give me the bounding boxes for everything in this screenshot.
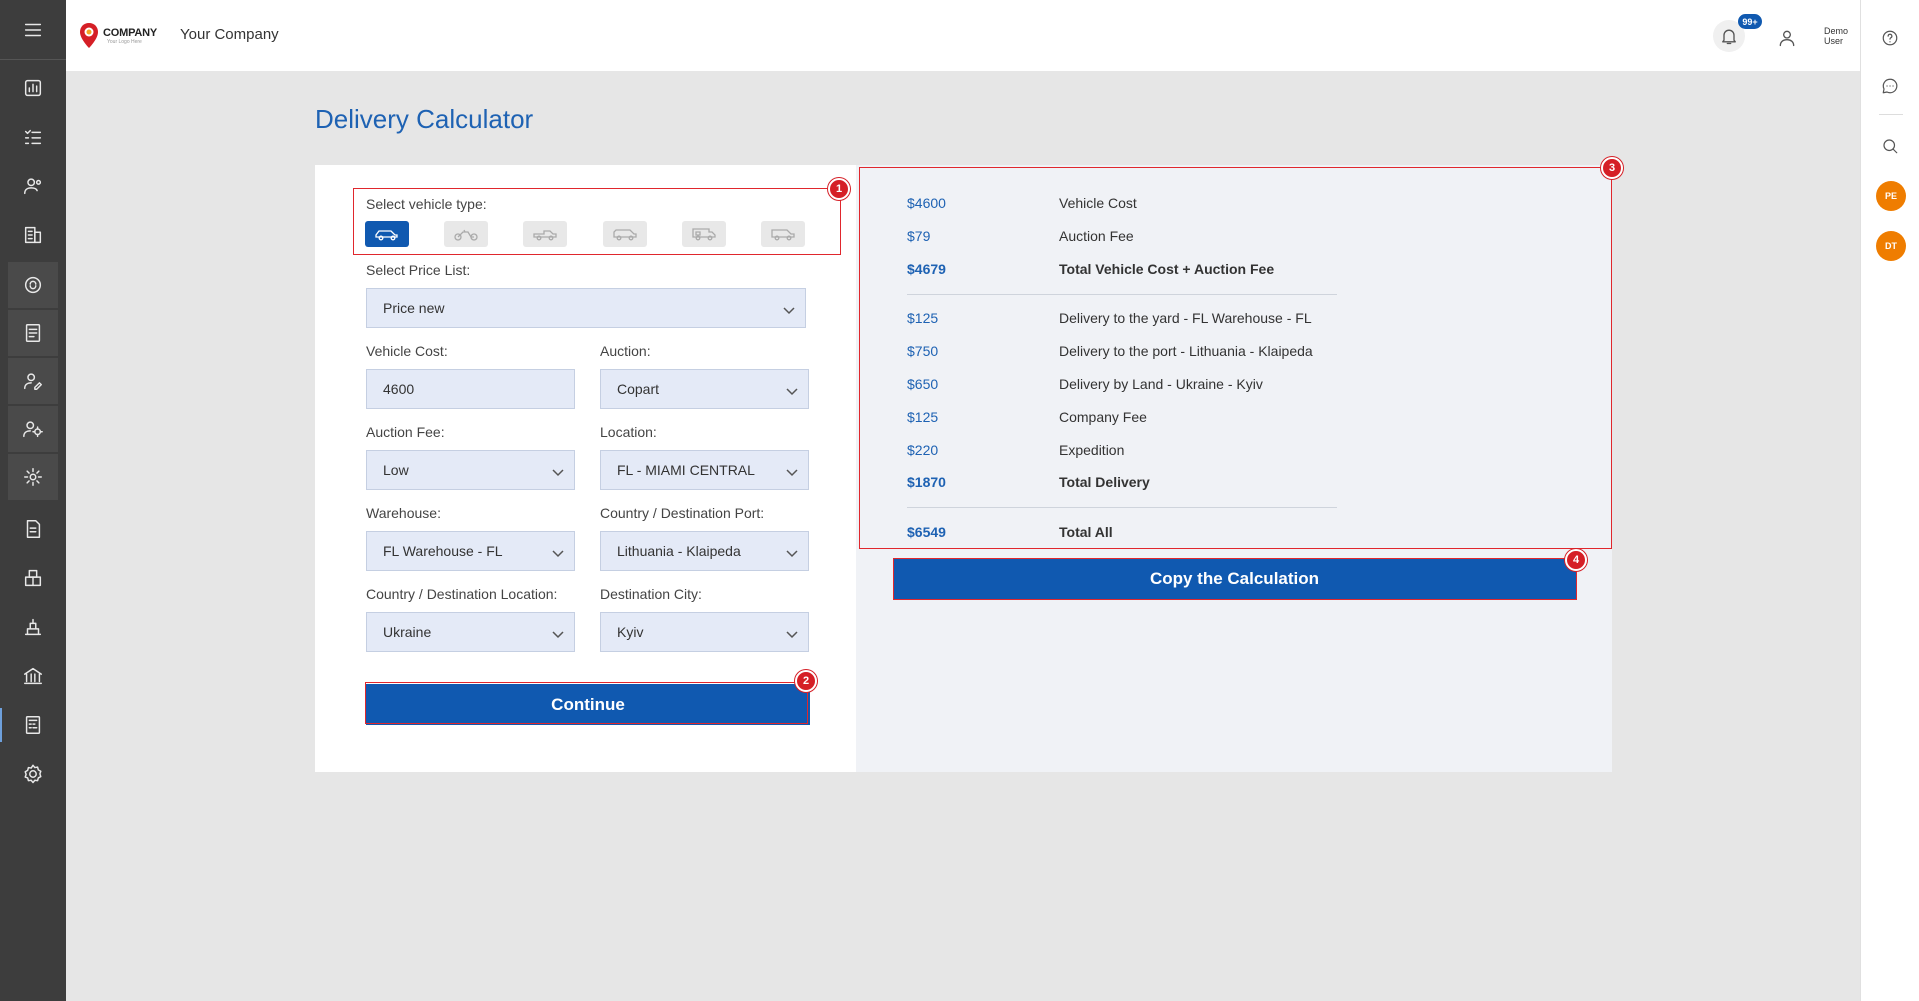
- destination-port-select[interactable]: Lithuania - Klaipeda: [600, 531, 809, 571]
- destination-location-select[interactable]: Ukraine: [366, 612, 575, 652]
- chat-icon[interactable]: [1875, 71, 1905, 101]
- chevron-down-icon: [552, 545, 564, 558]
- price-list-select[interactable]: Price new: [366, 288, 806, 328]
- location-value: FL - MIAMI CENTRAL: [617, 462, 755, 478]
- calculator-icon[interactable]: [0, 702, 58, 748]
- notification-badge: 99+: [1738, 14, 1762, 29]
- user-edit-icon[interactable]: [8, 358, 58, 404]
- auction-select[interactable]: Copart: [600, 369, 809, 409]
- warehouse-value: FL Warehouse - FL: [383, 543, 503, 559]
- contacts-icon[interactable]: [8, 163, 58, 209]
- destination-location-value: Ukraine: [383, 624, 432, 640]
- bell-icon: [1722, 29, 1736, 45]
- chevron-down-icon: [786, 545, 798, 558]
- destination-port-label: Country / Destination Port:: [600, 505, 765, 521]
- annotation-badge-2: 2: [795, 670, 817, 692]
- chevron-down-icon: [786, 626, 798, 639]
- destination-city-select[interactable]: Kyiv: [600, 612, 809, 652]
- price-list-value: Price new: [383, 300, 445, 316]
- company-logo[interactable]: COMPANY Your Logo Here: [78, 20, 172, 52]
- chevron-down-icon: [786, 464, 798, 477]
- sync-icon[interactable]: [8, 262, 58, 308]
- chevron-down-icon: [783, 302, 795, 315]
- vehicle-cost-label: Vehicle Cost:: [366, 343, 448, 359]
- annotation-badge-1: 1: [828, 178, 850, 200]
- buildings-icon[interactable]: [8, 212, 58, 258]
- user-profile-button[interactable]: [1773, 24, 1801, 52]
- users-settings-icon[interactable]: [8, 406, 58, 452]
- annotation-box-4: [893, 558, 1577, 600]
- page-title: Delivery Calculator: [315, 104, 534, 134]
- chevron-down-icon: [552, 464, 564, 477]
- invoice-icon[interactable]: [8, 506, 58, 552]
- annotation-box-2: [365, 682, 808, 724]
- left-sidebar: [0, 0, 66, 1001]
- chevron-down-icon: [786, 383, 798, 396]
- logo-sub-text: Your Logo Here: [107, 38, 142, 45]
- search-icon[interactable]: [1875, 131, 1905, 161]
- chevron-down-icon: [552, 626, 564, 639]
- settings-gear-icon[interactable]: [8, 454, 58, 500]
- annotation-badge-4: 4: [1565, 549, 1587, 571]
- help-icon[interactable]: [1875, 23, 1905, 53]
- dashboard-icon[interactable]: [8, 65, 58, 111]
- menu-icon[interactable]: [0, 0, 66, 60]
- destination-port-value: Lithuania - Klaipeda: [617, 543, 741, 559]
- box-stack-icon[interactable]: [8, 555, 58, 601]
- logo-pin-icon: [80, 23, 98, 48]
- avatar-pe[interactable]: PE: [1876, 181, 1906, 211]
- avatar-dt[interactable]: DT: [1876, 231, 1906, 261]
- bank-icon[interactable]: [8, 653, 58, 699]
- warehouse-icon[interactable]: [8, 604, 58, 650]
- auction-fee-select[interactable]: Low: [366, 450, 575, 490]
- annotation-box-1: [353, 188, 841, 255]
- annotation-badge-3: 3: [1601, 157, 1623, 179]
- destination-location-label: Country / Destination Location:: [366, 586, 558, 602]
- annotation-box-3: [859, 167, 1612, 549]
- auction-fee-value: Low: [383, 462, 409, 478]
- right-sidebar: PE DT: [1860, 0, 1919, 1001]
- divider: [1879, 114, 1903, 115]
- system-settings-icon[interactable]: [8, 751, 58, 797]
- vehicle-cost-input[interactable]: 4600: [366, 369, 575, 409]
- warehouse-label: Warehouse:: [366, 505, 441, 521]
- location-select[interactable]: FL - MIAMI CENTRAL: [600, 450, 809, 490]
- company-name: Your Company: [180, 26, 279, 43]
- auction-label: Auction:: [600, 343, 651, 359]
- auction-fee-label: Auction Fee:: [366, 424, 445, 440]
- warehouse-select[interactable]: FL Warehouse - FL: [366, 531, 575, 571]
- auction-value: Copart: [617, 381, 660, 397]
- destination-city-label: Destination City:: [600, 586, 702, 602]
- document-icon[interactable]: [8, 310, 58, 356]
- logo-main-text: COMPANY: [103, 26, 158, 39]
- top-header: COMPANY Your Logo Here Your Company 99+ …: [66, 0, 1860, 71]
- destination-city-value: Kyiv: [617, 624, 644, 640]
- vehicle-cost-value: 4600: [383, 381, 415, 397]
- location-label: Location:: [600, 424, 657, 440]
- tasks-icon[interactable]: [8, 114, 58, 160]
- user-name[interactable]: Demo User: [1824, 26, 1864, 46]
- user-icon: [1779, 30, 1795, 47]
- price-list-label: Select Price List:: [366, 262, 471, 278]
